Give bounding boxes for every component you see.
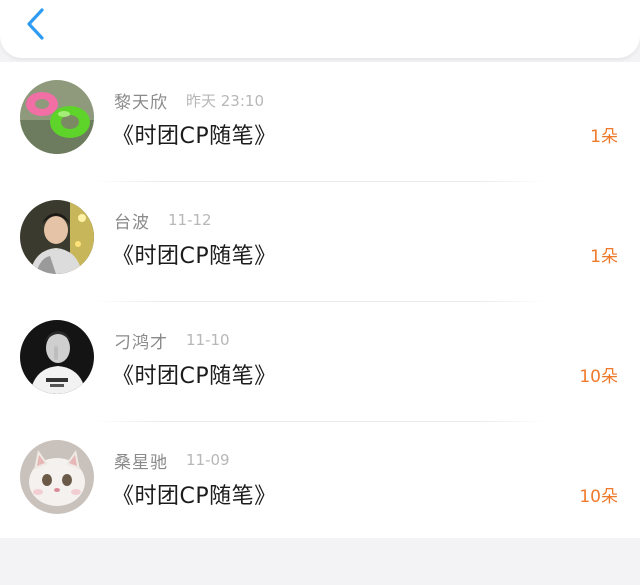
flower-count: 10朵 <box>579 367 618 387</box>
list-item[interactable]: 台波 11-12 《时团CP随笔》 1朵 <box>0 182 640 302</box>
flower-count: 1朵 <box>590 247 618 267</box>
work-title[interactable]: 《时团CP随笔》 <box>112 358 277 390</box>
avatar[interactable] <box>20 80 94 154</box>
top-bar <box>0 0 640 58</box>
item-meta: 桑星驰 11-09 <box>114 448 230 473</box>
work-title[interactable]: 《时团CP随笔》 <box>112 238 277 270</box>
avatar[interactable] <box>20 440 94 514</box>
avatar[interactable] <box>20 200 94 274</box>
avatar[interactable] <box>20 320 94 394</box>
chevron-left-icon <box>27 8 44 40</box>
item-meta: 刁鸿才 11-10 <box>114 328 230 353</box>
timestamp: 11-12 <box>168 211 212 229</box>
back-button[interactable] <box>18 6 52 42</box>
flower-count: 1朵 <box>590 127 618 147</box>
item-meta: 台波 11-12 <box>114 208 212 233</box>
timestamp: 11-09 <box>186 451 230 469</box>
flower-record-list: 黎天欣 昨天 23:10 《时团CP随笔》 1朵 台波 11-12 《时团CP随… <box>0 62 640 538</box>
username[interactable]: 桑星驰 <box>114 448 168 473</box>
username[interactable]: 刁鸿才 <box>114 328 168 353</box>
timestamp: 昨天 23:10 <box>186 91 264 110</box>
flower-count: 10朵 <box>579 487 618 507</box>
list-item[interactable]: 刁鸿才 11-10 《时团CP随笔》 10朵 <box>0 302 640 422</box>
timestamp: 11-10 <box>186 331 230 349</box>
username[interactable]: 黎天欣 <box>114 88 168 113</box>
list-item[interactable]: 桑星驰 11-09 《时团CP随笔》 10朵 <box>0 422 640 542</box>
work-title[interactable]: 《时团CP随笔》 <box>112 118 277 150</box>
list-item[interactable]: 黎天欣 昨天 23:10 《时团CP随笔》 1朵 <box>0 62 640 182</box>
item-meta: 黎天欣 昨天 23:10 <box>114 88 264 113</box>
work-title[interactable]: 《时团CP随笔》 <box>112 478 277 510</box>
username[interactable]: 台波 <box>114 208 150 233</box>
